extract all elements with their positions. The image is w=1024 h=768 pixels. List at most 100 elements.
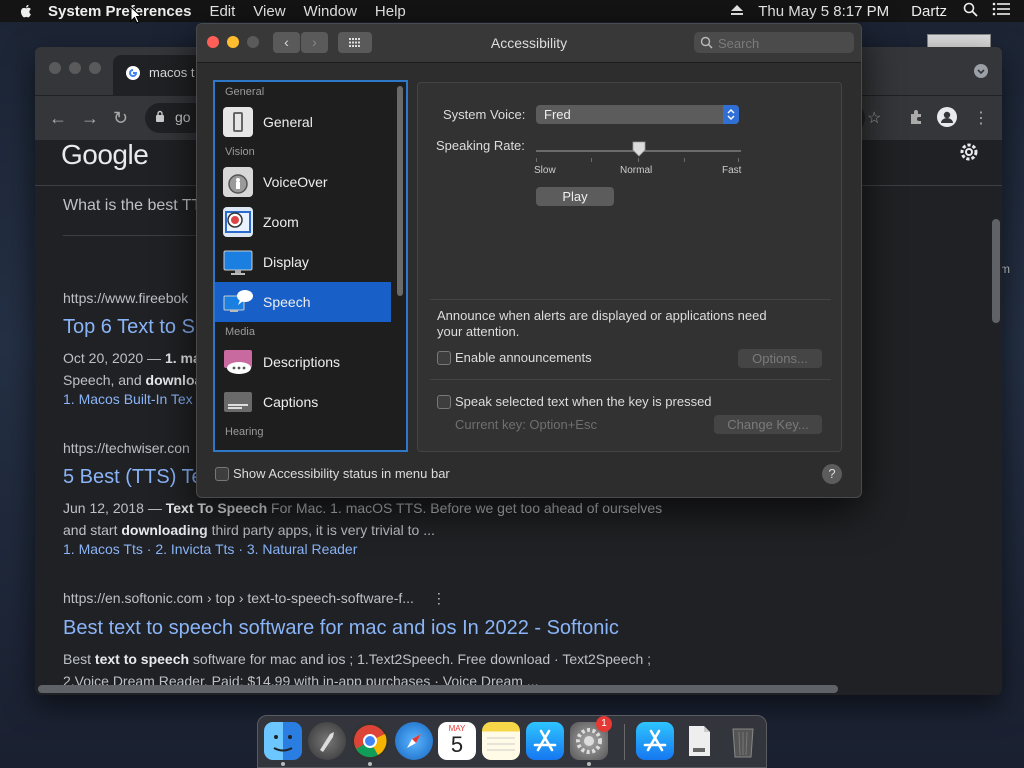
menu-view[interactable]: View bbox=[253, 3, 285, 20]
help-button[interactable]: ? bbox=[822, 464, 842, 484]
result-more-icon[interactable]: ⋮ bbox=[432, 590, 446, 606]
search-query-text[interactable]: What is the best TT bbox=[63, 197, 201, 215]
show-status-in-menu-bar-label[interactable]: Show Accessibility status in menu bar bbox=[233, 466, 450, 481]
background-window-thumbnail bbox=[927, 34, 991, 48]
tab-search-icon[interactable] bbox=[974, 64, 988, 83]
vertical-scrollbar[interactable] bbox=[992, 219, 1000, 323]
running-indicator bbox=[587, 762, 591, 766]
speech-icon bbox=[223, 287, 253, 317]
lock-icon bbox=[155, 110, 165, 126]
speaking-rate-label: Speaking Rate: bbox=[436, 138, 525, 153]
sidebar-item-display[interactable]: Display bbox=[215, 242, 391, 282]
system-voice-label: System Voice: bbox=[443, 107, 526, 122]
calendar-icon[interactable]: MAY 5 bbox=[438, 722, 476, 760]
google-logo[interactable]: Google bbox=[61, 139, 149, 171]
system-voice-value: Fred bbox=[544, 107, 571, 122]
settings-gear-icon[interactable] bbox=[958, 141, 980, 163]
dock: MAY 5 1 bbox=[257, 715, 767, 768]
current-key-label: Current key: Option+Esc bbox=[455, 417, 597, 432]
announce-description-line: your attention. bbox=[437, 324, 520, 339]
horizontal-scrollbar[interactable] bbox=[38, 685, 838, 693]
speak-selected-text-checkbox[interactable] bbox=[437, 395, 451, 409]
search-result: https://en.softonic.com › top › text-to-… bbox=[63, 590, 763, 692]
extensions-icon[interactable] bbox=[908, 109, 924, 130]
finder-icon[interactable] bbox=[264, 722, 302, 760]
sidebar-item-speech[interactable]: Speech bbox=[215, 282, 391, 322]
apple-menu-icon[interactable] bbox=[18, 3, 34, 19]
menu-window[interactable]: Window bbox=[304, 3, 357, 20]
category-sidebar[interactable]: General General Vision VoiceOver Zoom Di… bbox=[213, 80, 408, 452]
bookmark-star-icon[interactable]: ☆ bbox=[867, 108, 881, 128]
announce-description-line: Announce when alerts are displayed or ap… bbox=[437, 308, 767, 323]
slider-thumb[interactable] bbox=[632, 141, 646, 157]
result-sitelinks[interactable]: 1. Macos Tts · 2. Invicta Tts · 3. Natur… bbox=[63, 541, 763, 557]
enable-announcements-label[interactable]: Enable announcements bbox=[455, 350, 592, 365]
zoom-icon bbox=[223, 207, 253, 237]
slider-tick bbox=[638, 158, 639, 162]
menu-help[interactable]: Help bbox=[375, 3, 406, 20]
change-key-button[interactable]: Change Key... bbox=[714, 415, 822, 434]
menu-user[interactable]: Dartz bbox=[911, 3, 947, 20]
profile-avatar-icon[interactable] bbox=[937, 107, 957, 132]
app-store-icon[interactable] bbox=[526, 722, 564, 760]
sidebar-item-zoom[interactable]: Zoom bbox=[215, 202, 391, 242]
play-button[interactable]: Play bbox=[536, 187, 614, 206]
chrome-menu-icon[interactable]: ⋮ bbox=[973, 108, 989, 128]
sidebar-scrollbar[interactable] bbox=[397, 86, 403, 296]
options-button[interactable]: Options... bbox=[738, 349, 822, 368]
chrome-icon[interactable] bbox=[351, 722, 389, 760]
app-store-downloads-icon[interactable] bbox=[636, 722, 674, 760]
show-status-in-menu-bar-checkbox[interactable] bbox=[215, 467, 229, 481]
safari-icon[interactable] bbox=[395, 722, 433, 760]
launchpad-icon[interactable] bbox=[308, 722, 346, 760]
notification-center-icon[interactable] bbox=[992, 2, 1010, 20]
sidebar-item-general[interactable]: General bbox=[215, 102, 391, 142]
general-icon bbox=[223, 107, 253, 137]
system-preferences-icon[interactable]: 1 bbox=[570, 716, 612, 760]
browser-tab-title: macos t bbox=[149, 65, 195, 80]
menu-clock[interactable]: Thu May 5 8:17 PM bbox=[758, 3, 889, 20]
result-url-text: https://en.softonic.com › top › text-to-… bbox=[63, 590, 414, 606]
file-icon[interactable] bbox=[680, 722, 718, 760]
accessibility-window: ‹ › Accessibility General General Vision… bbox=[196, 23, 862, 498]
menu-app-name[interactable]: System Preferences bbox=[48, 3, 191, 20]
search-field[interactable] bbox=[694, 32, 854, 53]
forward-arrow-icon[interactable]: → bbox=[81, 108, 99, 129]
result-snippet-line: Jun 12, 2018 — Text To Speech For Mac. 1… bbox=[63, 500, 663, 516]
trash-icon[interactable] bbox=[724, 722, 762, 760]
dock-separator bbox=[624, 724, 625, 760]
spotlight-search-icon[interactable] bbox=[963, 2, 978, 21]
menu-bar: System Preferences Edit View Window Help… bbox=[0, 0, 1024, 22]
system-voice-select[interactable]: Fred bbox=[536, 105, 739, 124]
speak-selected-text-label[interactable]: Speak selected text when the key is pres… bbox=[455, 394, 712, 409]
google-favicon-icon bbox=[125, 65, 141, 81]
sidebar-item-descriptions[interactable]: Descriptions bbox=[215, 342, 391, 382]
sidebar-item-label: Zoom bbox=[263, 214, 299, 230]
zoom-window-button[interactable] bbox=[89, 62, 101, 74]
sidebar-item-label: Captions bbox=[263, 394, 319, 410]
sidebar-item-label: Speech bbox=[263, 294, 311, 310]
section-divider bbox=[430, 379, 831, 380]
result-snippet-line: Best text to speech software for mac and… bbox=[63, 651, 652, 667]
result-title[interactable]: Best text to speech software for mac and… bbox=[63, 617, 763, 640]
mouse-cursor-icon bbox=[130, 6, 142, 24]
menu-edit[interactable]: Edit bbox=[209, 3, 235, 20]
voiceover-icon bbox=[223, 167, 253, 197]
close-window-button[interactable] bbox=[49, 62, 61, 74]
notification-badge: 1 bbox=[596, 716, 612, 732]
sidebar-item-voiceover[interactable]: VoiceOver bbox=[215, 162, 391, 202]
section-header-vision: Vision bbox=[225, 146, 255, 158]
window-titlebar: ‹ › Accessibility bbox=[197, 24, 861, 63]
reload-icon[interactable]: ↻ bbox=[113, 108, 128, 129]
back-arrow-icon[interactable]: ← bbox=[49, 108, 67, 129]
address-bar-url: go bbox=[175, 109, 191, 125]
result-snippet: Jun 12, 2018 — Text To Speech For Mac. 1… bbox=[63, 497, 763, 541]
minimize-window-button[interactable] bbox=[69, 62, 81, 74]
search-input[interactable] bbox=[716, 34, 850, 52]
enable-announcements-checkbox[interactable] bbox=[437, 351, 451, 365]
result-url[interactable]: https://en.softonic.com › top › text-to-… bbox=[63, 590, 763, 607]
calendar-day: 5 bbox=[450, 732, 464, 757]
eject-icon[interactable] bbox=[730, 3, 744, 20]
sidebar-item-captions[interactable]: Captions bbox=[215, 382, 391, 422]
notes-icon[interactable] bbox=[482, 722, 520, 760]
